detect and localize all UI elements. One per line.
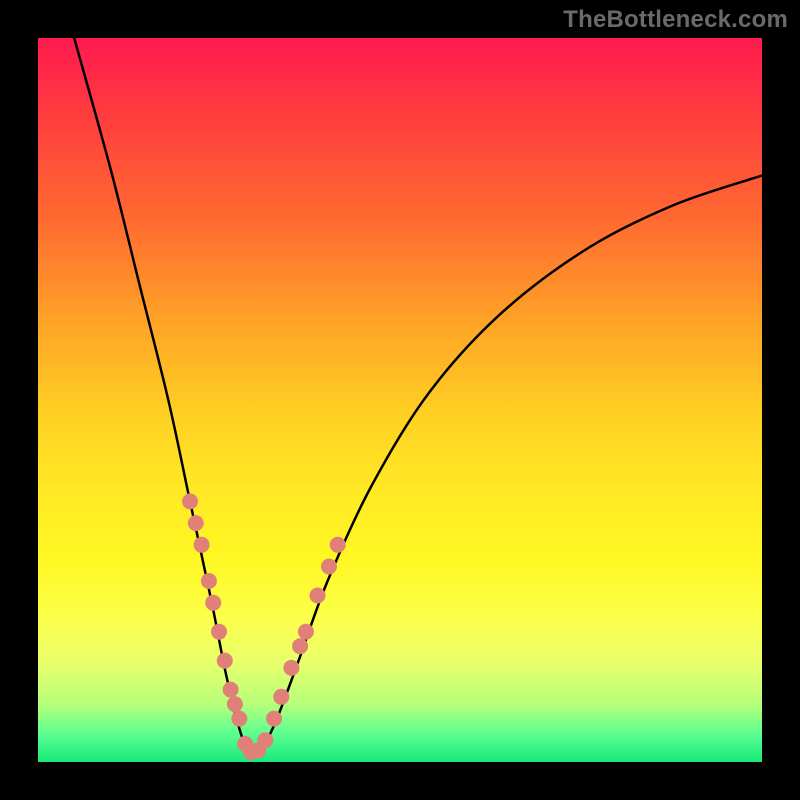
- watermark-text: TheBottleneck.com: [563, 6, 788, 34]
- curve-bead: [310, 588, 326, 604]
- curve-bead: [283, 660, 299, 676]
- curve-bead: [182, 493, 198, 509]
- curve-bead: [194, 537, 210, 553]
- curve-bead: [217, 653, 233, 669]
- bottleneck-curve: [74, 38, 762, 756]
- curve-beads-group: [182, 493, 346, 760]
- curve-bead: [273, 689, 289, 705]
- curve-bead: [223, 682, 239, 698]
- curve-bead: [188, 515, 204, 531]
- curve-bead: [227, 696, 243, 712]
- chart-frame: TheBottleneck.com: [0, 0, 800, 800]
- plot-area: [38, 38, 762, 762]
- chart-svg: [38, 38, 762, 762]
- curve-bead: [231, 711, 247, 727]
- curve-bead: [330, 537, 346, 553]
- curve-bead: [211, 624, 227, 640]
- curve-bead: [201, 573, 217, 589]
- curve-bead: [292, 638, 308, 654]
- curve-bead: [266, 711, 282, 727]
- curve-bead: [205, 595, 221, 611]
- curve-bead: [257, 732, 273, 748]
- curve-bead: [321, 559, 337, 575]
- curve-bead: [298, 624, 314, 640]
